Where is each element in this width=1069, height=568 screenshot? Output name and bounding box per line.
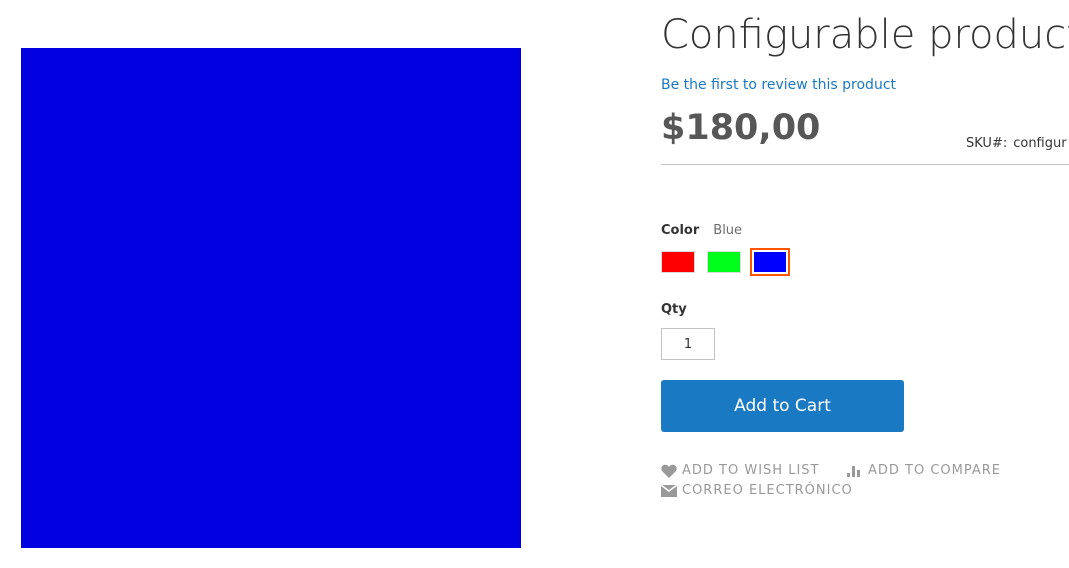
wishlist-label: Add to Wish List bbox=[682, 463, 820, 478]
add-to-compare-link[interactable]: Add to Compare bbox=[847, 463, 1001, 478]
color-option-label: Color Blue bbox=[661, 223, 742, 238]
review-link[interactable]: Be the first to review this product bbox=[661, 77, 896, 93]
swatch-blue[interactable] bbox=[750, 248, 790, 276]
qty-label: Qty bbox=[661, 302, 687, 317]
qty-input[interactable] bbox=[661, 328, 715, 360]
divider bbox=[661, 164, 1069, 165]
product-image[interactable] bbox=[21, 48, 521, 548]
add-to-wishlist-link[interactable]: Add to Wish List bbox=[661, 463, 819, 478]
product-sku: SKU#: configur bbox=[966, 136, 1067, 151]
color-label: Color bbox=[661, 223, 700, 238]
heart-icon bbox=[661, 464, 677, 478]
add-to-cart-button[interactable]: Add to Cart bbox=[661, 380, 904, 432]
swatch-red[interactable] bbox=[661, 251, 695, 273]
color-selected-value: Blue bbox=[713, 223, 743, 238]
email-label: Correo Electrónico bbox=[682, 483, 853, 498]
page-title: Configurable product bbox=[661, 12, 1069, 58]
bar-chart-icon bbox=[847, 466, 860, 477]
email-link[interactable]: Correo Electrónico bbox=[661, 483, 853, 498]
envelope-icon bbox=[661, 484, 677, 497]
sku-value: configur bbox=[1013, 136, 1067, 151]
swatch-green[interactable] bbox=[707, 251, 741, 273]
compare-label: Add to Compare bbox=[868, 463, 1002, 478]
product-price: $180,00 bbox=[661, 108, 821, 148]
sku-label: SKU#: bbox=[966, 136, 1008, 151]
